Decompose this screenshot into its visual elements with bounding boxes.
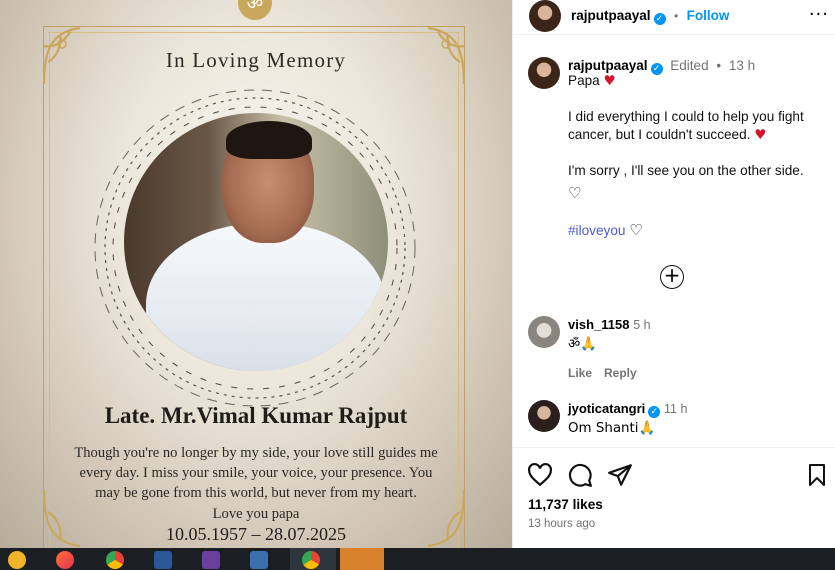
memorial-dates: 10.05.1957 – 28.07.2025 xyxy=(166,524,346,544)
commenter-username[interactable]: vish_1158 xyxy=(568,317,629,332)
firefox-icon[interactable] xyxy=(56,551,74,569)
verified-badge-icon: ✓ xyxy=(648,406,661,418)
post-actions-bar: 11,737 likes 13 hours ago xyxy=(513,447,835,549)
commenter-username[interactable]: jyoticatangri xyxy=(568,401,645,416)
more-options-icon[interactable]: ··· xyxy=(809,4,829,25)
white-heart-emoji: ♡ xyxy=(568,184,582,202)
comment-time[interactable]: 11 h xyxy=(664,402,687,416)
author-avatar[interactable] xyxy=(529,0,561,32)
memorial-message: Though you're no longer by my side, your… xyxy=(74,445,438,522)
app-icon[interactable] xyxy=(202,551,220,569)
bookmark-icon[interactable] xyxy=(805,462,829,488)
comment-time[interactable]: 5 h xyxy=(633,318,650,332)
settings-icon[interactable] xyxy=(340,548,384,570)
chrome-icon[interactable] xyxy=(106,551,124,569)
like-count[interactable]: 11,737 likes xyxy=(528,497,603,512)
om-symbol-icon: ॐ xyxy=(238,0,272,20)
separator-dot: • xyxy=(673,9,679,23)
os-taskbar xyxy=(0,548,835,570)
comment-icon[interactable] xyxy=(567,462,593,488)
add-circle-icon[interactable]: + xyxy=(660,265,684,289)
author-username[interactable]: rajputpaayal xyxy=(571,8,651,23)
heart-icon[interactable] xyxy=(527,462,553,488)
portrait-photo xyxy=(124,113,388,371)
red-heart-emoji: ♥ xyxy=(603,73,616,89)
edited-label: Edited xyxy=(670,58,709,73)
app-icon[interactable] xyxy=(250,551,268,569)
caption-time[interactable]: 13 h xyxy=(729,58,755,73)
caption-avatar[interactable] xyxy=(528,57,560,89)
commenter-avatar[interactable] xyxy=(528,316,560,348)
comment-text: Om Shanti🙏 xyxy=(568,421,656,436)
verified-badge-icon: ✓ xyxy=(653,13,666,25)
commenter-avatar[interactable] xyxy=(528,400,560,432)
post-image[interactable]: ॐ In Loving Memory Late. Mr.Vimal Kumar … xyxy=(0,0,512,548)
reply-button[interactable]: Reply xyxy=(604,366,637,380)
post-header: rajputpaayal ✓ • Follow ··· xyxy=(513,0,835,35)
red-heart-emoji: ♥ xyxy=(754,127,767,143)
caption-text: Papa ♥ I did everything I could to help … xyxy=(568,73,804,239)
hashtag-link[interactable]: #iloveyou xyxy=(568,223,625,238)
memorial-name: Late. Mr.Vimal Kumar Rajput xyxy=(104,403,408,428)
follow-button[interactable]: Follow xyxy=(687,8,730,23)
app-icon[interactable] xyxy=(8,551,26,569)
chrome-icon[interactable] xyxy=(302,551,320,569)
comment-text: ॐ🙏 xyxy=(568,337,597,352)
share-icon[interactable] xyxy=(607,462,633,488)
memorial-heading: In Loving Memory xyxy=(165,48,347,72)
caption-username[interactable]: rajputpaayal xyxy=(568,58,648,73)
white-heart-emoji: ♡ xyxy=(629,221,643,239)
word-icon[interactable] xyxy=(154,551,172,569)
like-comment-button[interactable]: Like xyxy=(568,366,592,380)
post-timestamp[interactable]: 13 hours ago xyxy=(528,518,595,530)
